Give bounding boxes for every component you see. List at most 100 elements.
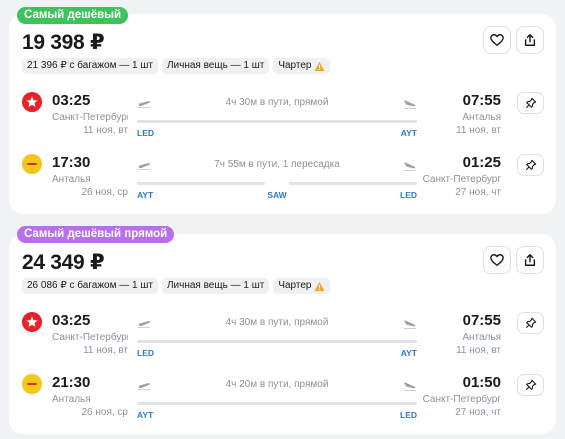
arrival-city: Анталья (462, 112, 501, 123)
favorite-button[interactable] (483, 246, 511, 274)
departure-date: 11 ноя, вт (83, 125, 128, 136)
price: 24 349 ₽ (22, 251, 105, 274)
flight-segment-outbound[interactable]: 03:25 Санкт-Петербург 11 ноя, вт 4ч 30м … (9, 308, 556, 370)
flight-segment-outbound[interactable]: 03:25 Санкт-Петербург 11 ноя, вт 4ч 30м … (9, 88, 556, 150)
flight-segment-return[interactable]: 17:30 Анталья 26 ноя, ср 7ч 55м в пути, … (9, 150, 556, 212)
flight-segment-return[interactable]: 21:30 Анталья 26 ноя, ср 4ч 20м в пути, … (9, 370, 556, 432)
flight-duration: 4ч 20м в пути, прямой (225, 379, 329, 390)
charter-tag[interactable]: Чартер (273, 58, 331, 74)
personal-item-tag[interactable]: Личная вещь — 1 шт (161, 278, 270, 294)
departure-date: 26 ноя, ср (81, 407, 128, 418)
arrival-city: Санкт-Петербург (422, 174, 501, 185)
baggage-tag[interactable]: 21 396 ₽ с багажом — 1 шт (22, 58, 158, 74)
route-bar-leg-2 (289, 182, 417, 185)
airline-wordmark-icon (27, 383, 37, 385)
flight-duration: 4ч 30м в пути, прямой (225, 317, 329, 328)
arrival-time: 07:55 (462, 92, 501, 109)
landing-icon (403, 320, 417, 329)
arrival-time: 07:55 (462, 312, 501, 329)
personal-item-tag-label: Личная вещь — 1 шт (166, 60, 265, 71)
route-line: 4ч 30м в пути, прямой LED AYT (137, 88, 417, 150)
pin-icon (525, 379, 536, 391)
arrival-airport-code: LED (400, 190, 417, 200)
arrival-city: Санкт-Петербург (422, 394, 501, 405)
personal-item-tag[interactable]: Личная вещь — 1 шт (161, 58, 270, 74)
airline-logo (22, 92, 42, 112)
landing-icon (403, 100, 417, 109)
transfer-airport-code: SAW (267, 190, 287, 200)
route-bar-leg-1 (137, 182, 265, 185)
route-bar (137, 340, 417, 343)
fare-tags: 21 396 ₽ с багажом — 1 шт Личная вещь — … (22, 58, 331, 74)
arrival-time: 01:25 (462, 154, 501, 171)
arrival-time: 01:50 (462, 374, 501, 391)
share-button[interactable] (516, 26, 544, 54)
personal-item-tag-label: Личная вещь — 1 шт (166, 280, 265, 291)
charter-tag-label: Чартер (278, 280, 312, 291)
arrival-date: 11 ноя, вт (456, 125, 501, 136)
departure-city: Анталья (52, 174, 91, 185)
pin-button[interactable] (517, 374, 544, 396)
baggage-tag-label: 26 086 ₽ с багажом — 1 шт (27, 280, 153, 291)
warning-icon (314, 61, 326, 71)
cheapest-badge: Самый дешёвый (17, 7, 129, 24)
arrival-date: 27 ноя, чт (455, 187, 501, 198)
fare-tags: 26 086 ₽ с багажом — 1 шт Личная вещь — … (22, 278, 331, 294)
arrival-date: 27 ноя, чт (455, 407, 501, 418)
star-icon (26, 96, 38, 107)
pin-icon (525, 317, 536, 329)
arrival-airport-code: AYT (400, 348, 417, 358)
departure-airport-code: LED (137, 348, 154, 358)
cheapest-direct-badge: Самый дешёвый прямой (17, 226, 175, 243)
departure-time: 17:30 (52, 154, 91, 171)
share-icon (524, 254, 536, 266)
departure-airport-code: AYT (137, 410, 154, 420)
charter-tag-label: Чартер (278, 60, 312, 71)
share-icon (524, 34, 536, 46)
departure-city: Санкт-Петербург (52, 332, 128, 343)
pin-icon (525, 159, 536, 171)
heart-icon (490, 254, 504, 267)
airline-logo (22, 312, 42, 332)
departure-airport-code: LED (137, 128, 154, 138)
heart-icon (490, 34, 504, 47)
pin-button[interactable] (517, 312, 544, 334)
departure-date: 26 ноя, ср (81, 187, 128, 198)
baggage-tag[interactable]: 26 086 ₽ с багажом — 1 шт (22, 278, 158, 294)
flight-duration: 7ч 55м в пути, 1 пересадка (214, 159, 340, 170)
pin-button[interactable] (517, 154, 544, 176)
route-bar (137, 120, 417, 123)
favorite-button[interactable] (483, 26, 511, 54)
airline-logo (22, 374, 42, 394)
takeoff-icon (137, 321, 151, 328)
route-line: 4ч 20м в пути, прямой AYT LED (137, 370, 417, 432)
arrival-airport-code: LED (400, 410, 417, 420)
offer-card[interactable]: 19 398 ₽ 21 396 ₽ с багажом — 1 шт Лична… (9, 14, 556, 214)
airline-wordmark-icon (27, 163, 37, 165)
departure-time: 03:25 (52, 92, 91, 109)
departure-city: Санкт-Петербург (52, 112, 128, 123)
departure-time: 03:25 (52, 312, 91, 329)
arrival-city: Анталья (462, 332, 501, 343)
takeoff-icon (137, 101, 151, 108)
landing-icon (403, 382, 417, 391)
arrival-airport-code: AYT (400, 128, 417, 138)
star-icon (26, 316, 38, 327)
departure-date: 11 ноя, вт (83, 345, 128, 356)
flight-duration: 4ч 30м в пути, прямой (225, 97, 329, 108)
share-button[interactable] (516, 246, 544, 274)
charter-tag[interactable]: Чартер (273, 278, 331, 294)
baggage-tag-label: 21 396 ₽ с багажом — 1 шт (27, 60, 153, 71)
route-line: 4ч 30м в пути, прямой LED AYT (137, 308, 417, 370)
arrival-date: 11 ноя, вт (456, 345, 501, 356)
warning-icon (314, 281, 326, 291)
landing-icon (403, 162, 417, 171)
takeoff-icon (137, 163, 151, 170)
takeoff-icon (137, 383, 151, 390)
pin-button[interactable] (517, 92, 544, 114)
price: 19 398 ₽ (22, 31, 105, 54)
route-bar (137, 402, 417, 405)
departure-time: 21:30 (52, 374, 91, 391)
airline-logo (22, 154, 42, 174)
offer-card[interactable]: 24 349 ₽ 26 086 ₽ с багажом — 1 шт Лична… (9, 234, 556, 434)
